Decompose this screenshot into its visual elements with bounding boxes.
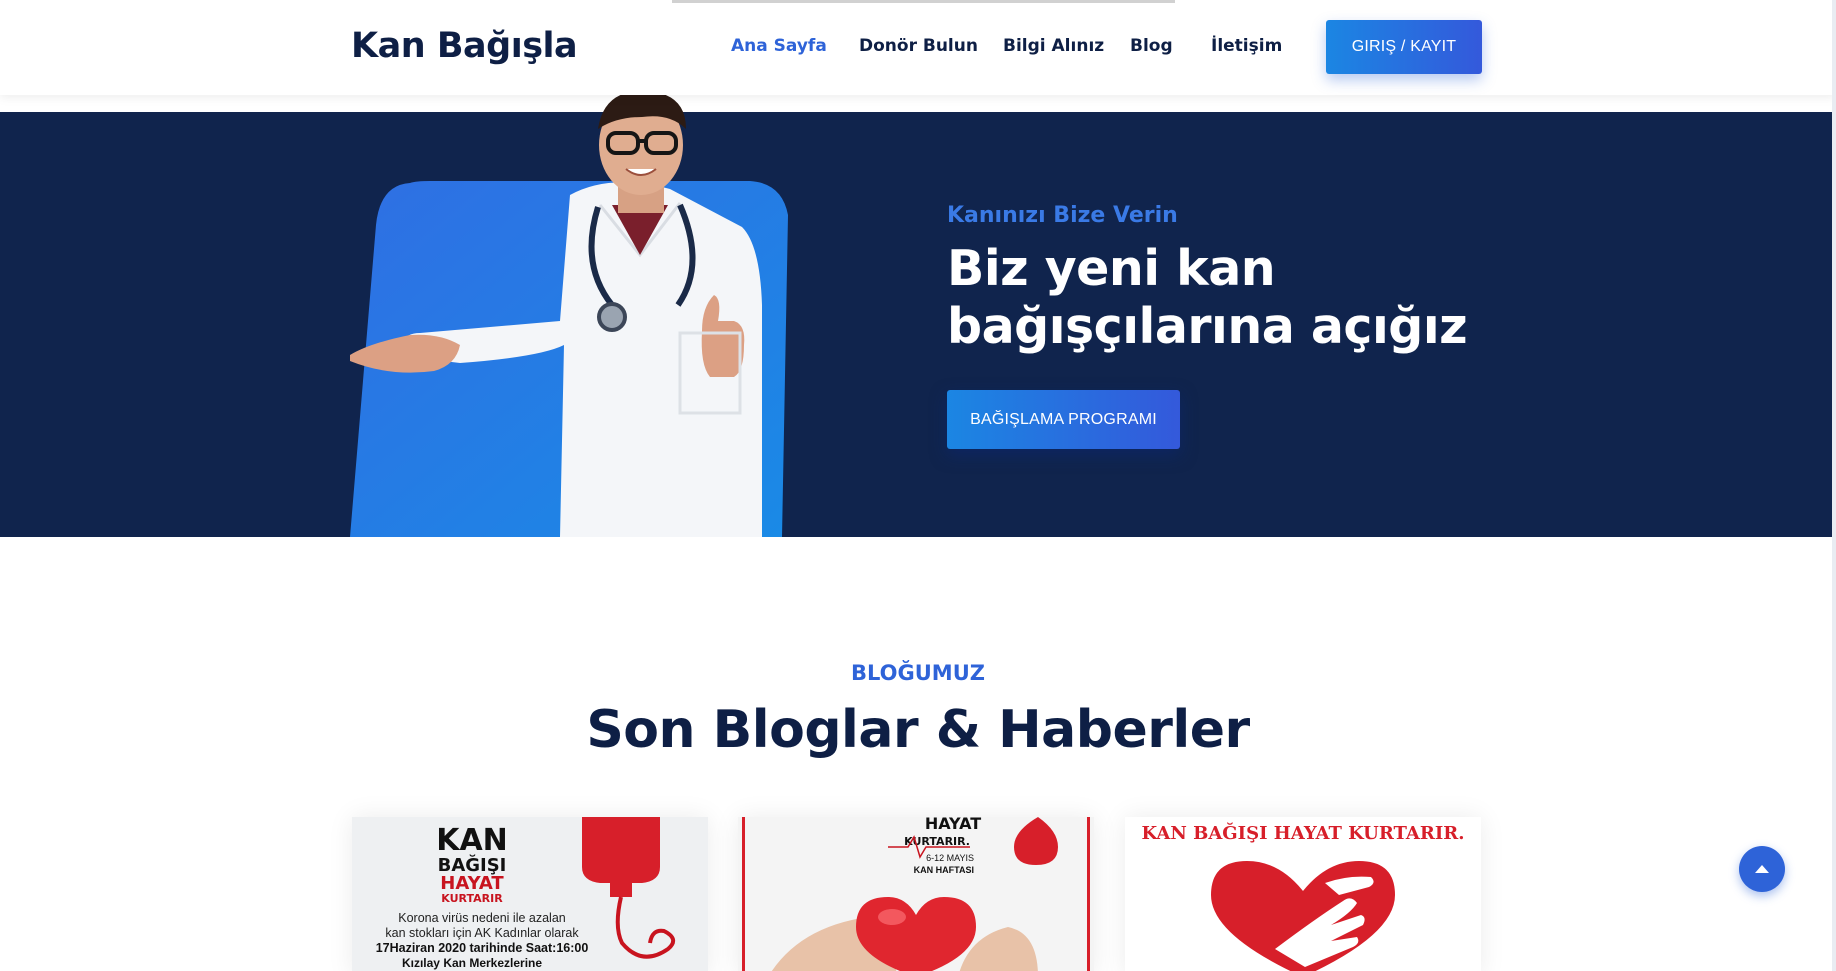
nav-home[interactable]: Ana Sayfa <box>731 36 827 56</box>
card1-line-kurtarir: KURTARIR <box>441 892 503 905</box>
hero-kicker: Kanınızı Bize Verin <box>947 203 1178 228</box>
scroll-to-top-button[interactable] <box>1739 846 1785 892</box>
card1-line-text4: Kızılay Kan Merkezlerine <box>402 956 542 970</box>
blog-card[interactable]: KAN BAĞIŞI HAYAT KURTARIR Korona virüs n… <box>352 817 708 971</box>
blog-card-image: KAN BAĞIŞI HAYAT KURTARIR. <box>1125 817 1481 971</box>
blog-card[interactable]: HAYAT KURTARIR. 6-12 MAYIS KAN HAFTASI <box>738 817 1094 971</box>
login-register-button[interactable]: GIRIŞ / KAYIT <box>1326 20 1482 74</box>
nav-contact[interactable]: İletişim <box>1211 36 1282 56</box>
nav-blog[interactable]: Blog <box>1130 36 1173 56</box>
card1-line-text2: kan stokları için AK Kadınlar olarak <box>385 926 579 940</box>
blog-kicker: BLOĞUMUZ <box>851 661 985 685</box>
card2-line-week: KAN HAFTASI <box>914 865 974 875</box>
card1-line-kan: KAN <box>436 823 508 858</box>
card2-line-dates: 6-12 MAYIS <box>926 853 974 863</box>
doctor-image <box>350 95 788 537</box>
card2-line-hayat: HAYAT <box>925 817 981 833</box>
caret-up-icon <box>1755 865 1769 873</box>
blog-card[interactable]: KAN BAĞIŞI HAYAT KURTARIR. <box>1125 817 1481 971</box>
blog-card-image: HAYAT KURTARIR. 6-12 MAYIS KAN HAFTASI <box>738 817 1094 971</box>
card3-line-title: KAN BAĞIŞI HAYAT KURTARIR. <box>1142 821 1465 844</box>
card1-line-hayat: HAYAT <box>440 873 504 894</box>
donation-program-button[interactable]: BAĞIŞLAMA PROGRAMI <box>947 390 1180 449</box>
card1-line-text3: 17Haziran 2020 tarihinde Saat:16:00 <box>376 941 589 955</box>
hero-title: Biz yeni kan bağışçılarına açığız <box>947 240 1468 355</box>
page-scrollbar[interactable] <box>1832 0 1836 971</box>
card1-line-text1: Korona virüs nedeni ile azalan <box>398 911 566 925</box>
top-shadow-strip <box>672 0 1175 3</box>
nav-find-donor[interactable]: Donör Bulun <box>859 36 978 56</box>
site-header: Kan Bağışla Ana Sayfa Donör Bulun Bilgi … <box>0 0 1836 95</box>
site-logo[interactable]: Kan Bağışla <box>351 26 578 66</box>
nav-info[interactable]: Bilgi Alınız <box>1003 36 1104 56</box>
blog-card-image: KAN BAĞIŞI HAYAT KURTARIR Korona virüs n… <box>352 817 708 971</box>
blog-title: Son Bloglar & Haberler <box>586 700 1250 760</box>
hero-section <box>0 112 1836 537</box>
